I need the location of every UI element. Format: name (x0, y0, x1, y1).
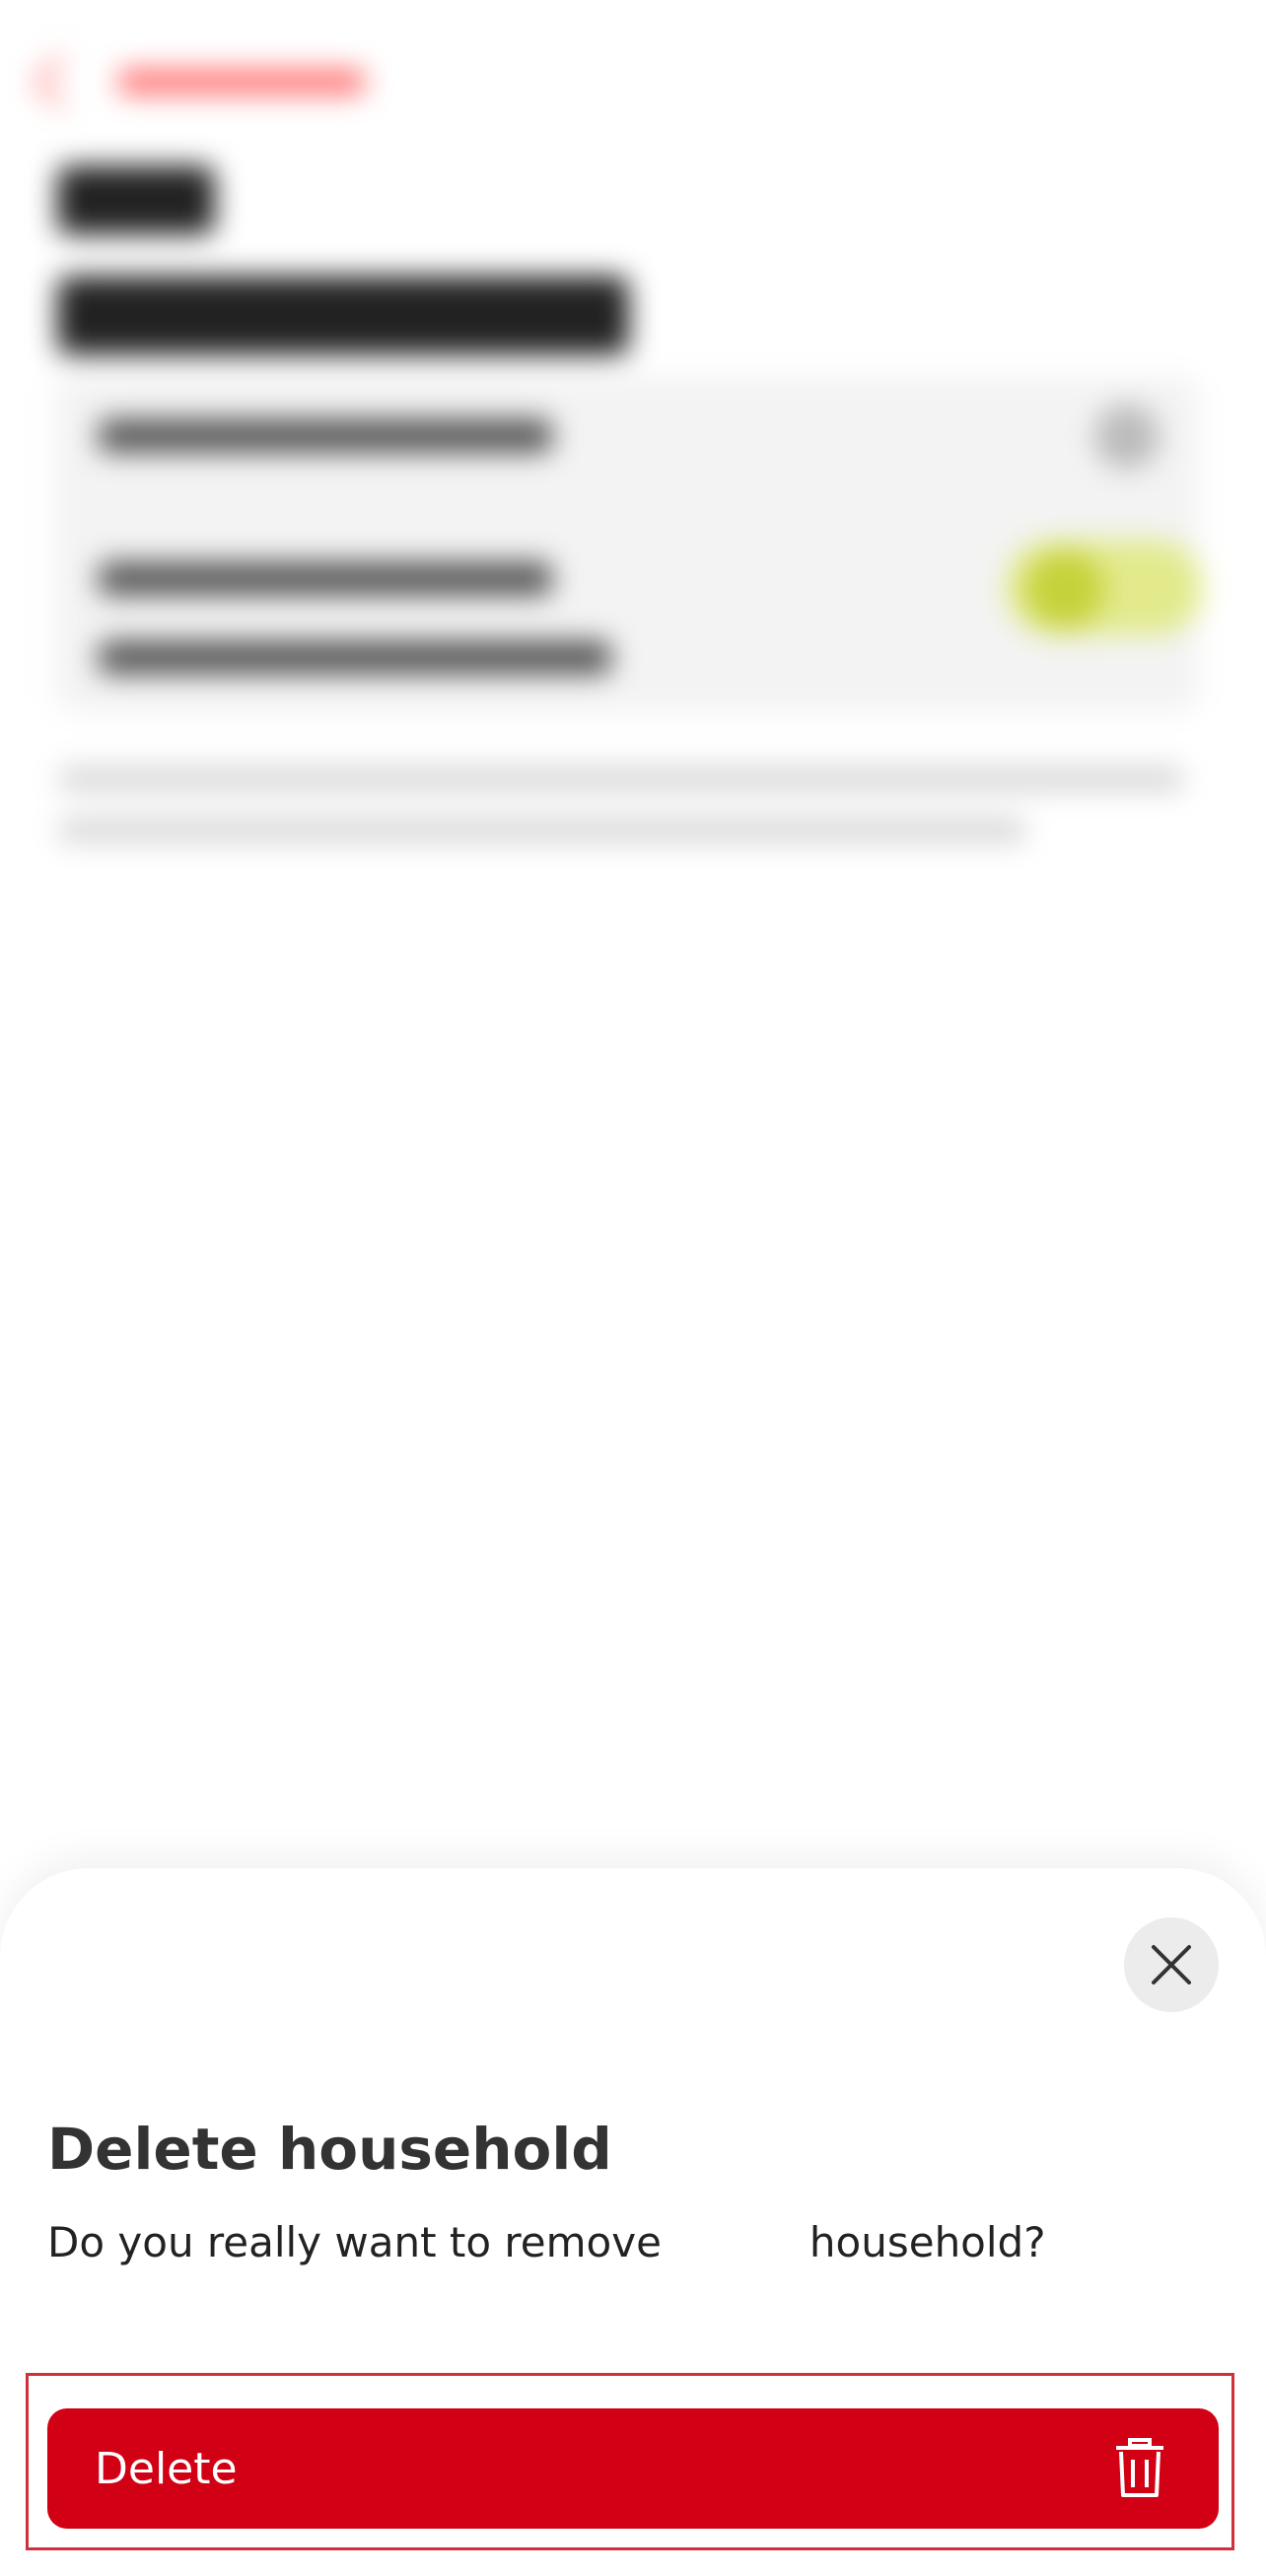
back-link (34, 55, 365, 108)
page-title (57, 166, 215, 235)
delete-button-label: Delete (95, 2443, 238, 2494)
page-title-line2 (57, 276, 629, 355)
background-page (0, 0, 1266, 1873)
row-action-icon (1094, 404, 1160, 469)
hint-text (59, 767, 1183, 791)
delete-button[interactable]: Delete (47, 2408, 1219, 2529)
close-button[interactable] (1124, 1917, 1219, 2012)
dialog-title: Delete household (47, 2116, 612, 2183)
toggle-knob (1025, 550, 1104, 629)
trash-icon (1110, 2436, 1169, 2501)
message-text-start: Do you really want to remove (47, 2218, 662, 2266)
settings-row-label (99, 562, 552, 595)
settings-row-label (99, 419, 552, 453)
chevron-left-icon (34, 55, 87, 108)
close-icon (1152, 1945, 1191, 1984)
dialog-message: Do you really want to remove household? (47, 2213, 1221, 2272)
delete-household-sheet: Delete household Do you really want to r… (0, 1868, 1266, 2576)
message-text-end: household? (809, 2218, 1046, 2266)
